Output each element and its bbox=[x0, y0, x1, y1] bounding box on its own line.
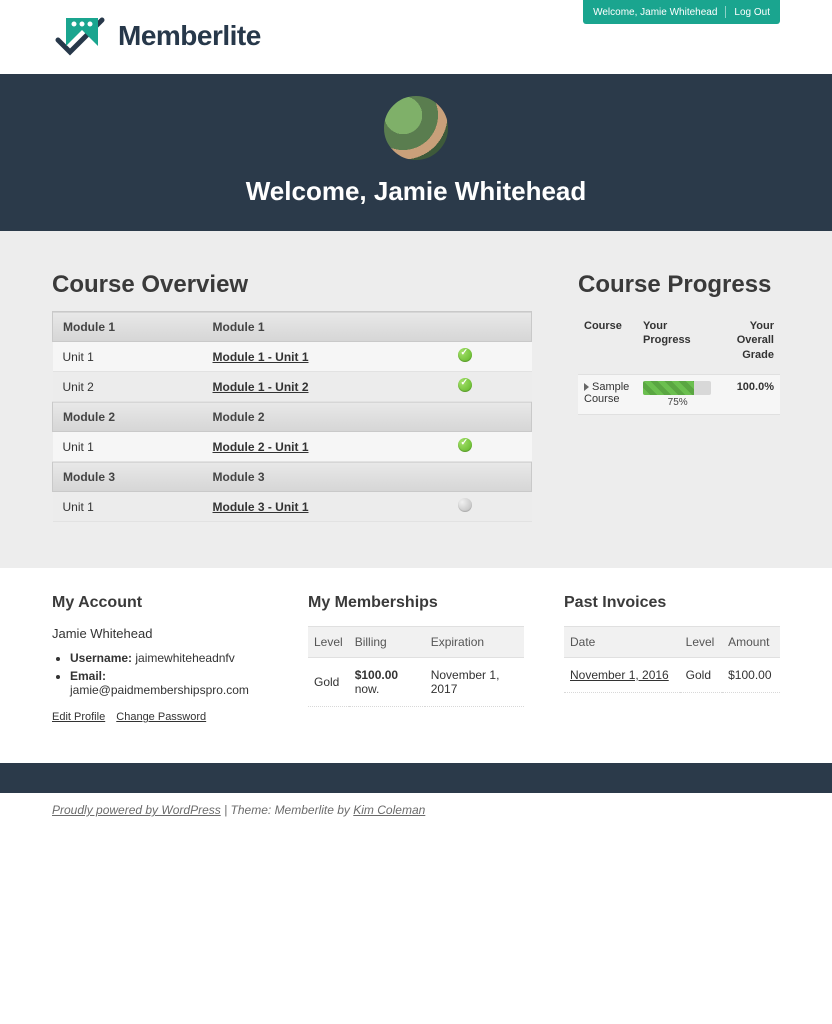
footer-bar bbox=[0, 763, 832, 793]
invoice-row: November 1, 2016 Gold$100.00 bbox=[564, 658, 780, 693]
topbar: Memberlite Welcome, Jamie Whitehead Log … bbox=[0, 0, 832, 74]
welcome-user-link[interactable]: Welcome, Jamie Whitehead bbox=[593, 7, 717, 18]
status-done-icon bbox=[458, 438, 472, 452]
status-done-icon bbox=[458, 348, 472, 362]
inv-th-amount: Amount bbox=[722, 627, 780, 658]
memb-th-exp: Expiration bbox=[425, 627, 524, 658]
avatar bbox=[382, 94, 450, 162]
logo-icon bbox=[52, 10, 108, 62]
edit-profile-link[interactable]: Edit Profile bbox=[52, 711, 105, 723]
module-label-left: Module 1 bbox=[53, 312, 203, 342]
inv-th-level: Level bbox=[680, 627, 722, 658]
brand-name: Memberlite bbox=[118, 20, 261, 52]
module-row: Module 2Module 2 bbox=[53, 402, 532, 432]
my-account-heading: My Account bbox=[52, 594, 268, 612]
module-label-left: Module 2 bbox=[53, 402, 203, 432]
change-password-link[interactable]: Change Password bbox=[116, 711, 206, 723]
invoice-level: Gold bbox=[680, 658, 722, 693]
unit-link[interactable]: Module 2 - Unit 1 bbox=[213, 440, 309, 454]
brand-logo[interactable]: Memberlite bbox=[52, 10, 261, 62]
module-label-right: Module 1 bbox=[203, 312, 532, 342]
account-name: Jamie Whitehead bbox=[52, 626, 268, 641]
account-username: Username: jaimewhiteheadnfv bbox=[70, 651, 268, 665]
module-row: Module 3Module 3 bbox=[53, 462, 532, 492]
unit-row: Unit 2 Module 1 - Unit 2 bbox=[53, 372, 532, 402]
course-overview-heading: Course Overview bbox=[52, 271, 532, 299]
course-overview-table: Module 1Module 1Unit 1Module 1 - Unit 1U… bbox=[52, 311, 532, 522]
progress-th-course: Course bbox=[578, 311, 637, 374]
invoice-amount: $100.00 bbox=[722, 658, 780, 693]
unit-label: Unit 1 bbox=[53, 342, 203, 372]
unit-label: Unit 2 bbox=[53, 372, 203, 402]
expand-icon[interactable] bbox=[584, 383, 589, 391]
account-details-list: Username: jaimewhiteheadnfv Email: jamie… bbox=[52, 651, 268, 697]
unit-label: Unit 1 bbox=[53, 492, 203, 522]
unit-label: Unit 1 bbox=[53, 432, 203, 462]
logout-link[interactable]: Log Out bbox=[734, 7, 770, 18]
module-label-left: Module 3 bbox=[53, 462, 203, 492]
memberships-table: Level Billing Expiration Gold$100.00 now… bbox=[308, 626, 524, 707]
my-memberships-heading: My Memberships bbox=[308, 594, 524, 612]
status-pending-icon bbox=[458, 498, 472, 512]
unit-link[interactable]: Module 1 - Unit 2 bbox=[213, 380, 309, 394]
unit-link[interactable]: Module 3 - Unit 1 bbox=[213, 500, 309, 514]
module-row: Module 1Module 1 bbox=[53, 312, 532, 342]
module-label-right: Module 3 bbox=[203, 462, 532, 492]
progress-bar-cell: 75% bbox=[637, 374, 718, 414]
unit-row: Unit 1 Module 2 - Unit 1 bbox=[53, 432, 532, 462]
author-link[interactable]: Kim Coleman bbox=[353, 803, 425, 817]
invoices-table: Date Level Amount November 1, 2016 Gold$1… bbox=[564, 626, 780, 693]
masthead: Welcome, Jamie Whitehead bbox=[0, 74, 832, 231]
invoice-date-link[interactable]: November 1, 2016 bbox=[570, 668, 669, 682]
progress-course[interactable]: Sample Course bbox=[578, 374, 637, 414]
inv-th-date: Date bbox=[564, 627, 680, 658]
userbar-separator bbox=[725, 6, 726, 18]
progress-bar bbox=[643, 381, 711, 395]
status-done-icon bbox=[458, 378, 472, 392]
membership-billing: $100.00 now. bbox=[349, 658, 425, 707]
user-bar: Welcome, Jamie Whitehead Log Out bbox=[583, 0, 780, 24]
unit-row: Unit 1 Module 3 - Unit 1 bbox=[53, 492, 532, 522]
module-label-right: Module 2 bbox=[203, 402, 532, 432]
course-progress-heading: Course Progress bbox=[578, 271, 780, 299]
wordpress-link[interactable]: Proudly powered by WordPress bbox=[52, 803, 221, 817]
page-title: Welcome, Jamie Whitehead bbox=[0, 176, 832, 207]
memb-th-level: Level bbox=[308, 627, 349, 658]
unit-row: Unit 1 Module 1 - Unit 1 bbox=[53, 342, 532, 372]
unit-link[interactable]: Module 1 - Unit 1 bbox=[213, 350, 309, 364]
footer-credit: Proudly powered by WordPress | Theme: Me… bbox=[0, 793, 832, 827]
progress-percent: 75% bbox=[643, 397, 712, 408]
membership-level: Gold bbox=[308, 658, 349, 707]
course-progress-table: Course Your Progress Your Overall Grade … bbox=[578, 311, 780, 415]
memb-th-billing: Billing bbox=[349, 627, 425, 658]
progress-grade: 100.0% bbox=[718, 374, 780, 414]
past-invoices-heading: Past Invoices bbox=[564, 594, 780, 612]
membership-row: Gold$100.00 now.November 1, 2017 bbox=[308, 658, 524, 707]
progress-th-your: Your Progress bbox=[637, 311, 718, 374]
progress-row: Sample Course 75% 100.0% bbox=[578, 374, 780, 414]
account-email: Email: jamie@paidmembershipspro.com bbox=[70, 669, 268, 697]
progress-th-grade: Your Overall Grade bbox=[718, 311, 780, 374]
membership-expiration: November 1, 2017 bbox=[425, 658, 524, 707]
